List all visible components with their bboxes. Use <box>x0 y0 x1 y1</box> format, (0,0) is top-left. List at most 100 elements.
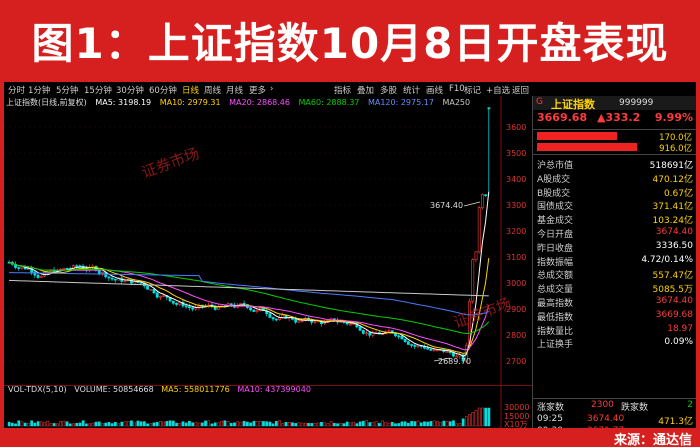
volume-bar <box>361 420 365 427</box>
volume-bar <box>394 423 397 427</box>
volume-bar <box>213 422 217 427</box>
candle <box>162 295 166 297</box>
stat-label: 基金成交 <box>537 216 574 227</box>
volume-bar <box>477 407 481 427</box>
back-button[interactable]: 返回 <box>512 84 529 96</box>
candle <box>300 320 304 322</box>
volume-bar <box>175 422 178 427</box>
volume-bar <box>423 421 426 427</box>
tab-60min[interactable]: 60分钟 <box>149 84 177 96</box>
stat-row: 总成交量 5085.5万 <box>537 282 693 295</box>
low-annotation: 2689.70 <box>438 357 471 366</box>
volume-bar <box>481 407 484 427</box>
volume-bar <box>464 416 468 427</box>
volume-bar <box>81 420 85 427</box>
volume-bar <box>110 423 114 427</box>
change-value: ▲333.2 <box>597 111 641 124</box>
volume-bar <box>207 420 211 427</box>
f10-button[interactable]: F10 <box>449 84 465 94</box>
candle <box>149 288 153 291</box>
tab-daily[interactable]: 日线 <box>182 84 199 96</box>
volume-bar <box>200 422 204 427</box>
draw-line-button[interactable]: 画线 <box>426 84 443 96</box>
add-watchlist-button[interactable]: +自选 <box>486 84 510 96</box>
volume-bar <box>339 423 343 427</box>
stat-label: A股成交 <box>537 174 571 185</box>
volume-bar <box>400 421 404 427</box>
candle <box>281 314 285 318</box>
candle <box>413 345 417 347</box>
volume-bar <box>416 420 420 427</box>
stat-value: 3336.50 <box>655 240 693 251</box>
tab-1min[interactable]: 1分钟 <box>28 84 50 96</box>
tab-monthly[interactable]: 月线 <box>226 84 243 96</box>
mark-button[interactable]: 标记 <box>464 84 481 96</box>
volume-bar <box>75 422 79 427</box>
volume-bar <box>439 422 442 427</box>
tab-5min[interactable]: 5分钟 <box>56 84 78 96</box>
tab-timeshare[interactable]: 分时 <box>8 84 25 96</box>
volume-bar <box>313 423 317 427</box>
stat-row: 总成交额 557.47亿 <box>537 268 693 281</box>
volume-bar <box>191 422 194 427</box>
overlay-button[interactable]: 叠加 <box>357 84 374 96</box>
tab-30min[interactable]: 30分钟 <box>116 84 144 96</box>
volume-bar <box>397 423 401 427</box>
volume-bar <box>300 422 304 427</box>
candle <box>368 332 372 336</box>
index-code: 999999 <box>619 98 654 108</box>
candle <box>171 300 175 304</box>
volume-bar <box>210 423 214 427</box>
candle <box>474 251 478 260</box>
volume-bar <box>126 421 130 427</box>
tab-15min[interactable]: 15分钟 <box>84 84 112 96</box>
volume-bar <box>474 409 478 427</box>
kline-chart[interactable]: 3600350034003300320031003000290028002700… <box>4 96 532 428</box>
stat-row: 最高指数 3674.40 <box>537 296 693 309</box>
volume-bar <box>88 423 91 427</box>
volume-bar <box>378 423 381 427</box>
tab-weekly[interactable]: 周线 <box>204 84 221 96</box>
volume-bar <box>104 422 108 427</box>
candle <box>188 306 191 309</box>
volume-bar <box>410 421 413 427</box>
tab-more[interactable]: 更多 <box>249 84 266 96</box>
stat-label: 国债成交 <box>537 202 574 213</box>
volume-bar <box>271 423 275 427</box>
ma20-line <box>8 261 490 351</box>
candle <box>274 318 278 321</box>
volume-bar <box>194 422 198 427</box>
volume-bar <box>291 422 294 427</box>
candle <box>323 322 327 324</box>
period-toolbar: 分时 1分钟 5分钟 15分钟 30分钟 60分钟 日线 周线 月线 更多 › … <box>4 82 696 96</box>
candle <box>146 285 149 290</box>
indicator-button[interactable]: 指标 <box>334 84 351 96</box>
volume-bar <box>17 420 21 427</box>
high-annotation: 3674.40 <box>430 201 463 210</box>
volume-bars-group <box>7 407 491 427</box>
up-count-label: 涨家数 <box>537 403 565 413</box>
volume-bar <box>149 423 153 427</box>
watermark-1: 证券市场 <box>139 144 202 181</box>
more-arrow-icon[interactable]: › <box>270 84 273 94</box>
candle <box>62 267 66 270</box>
down-count-label: 跌家数 <box>621 403 649 413</box>
statistics-button[interactable]: 统计 <box>403 84 420 96</box>
volume-bar <box>114 421 117 427</box>
volume-bar <box>239 421 243 427</box>
breadth-row: 涨家数 2300 跌家数 2 <box>537 400 693 413</box>
stat-value: 371.41亿 <box>652 202 694 213</box>
tick-row: 09:25 3674.40 471.3亿 <box>537 414 693 427</box>
multi-stock-button[interactable]: 多股 <box>380 84 397 96</box>
stat-label: 沪总市值 <box>537 161 574 171</box>
volume-bar <box>217 422 220 427</box>
volume-bar <box>336 423 339 427</box>
divider <box>533 129 696 130</box>
stat-label: 今日开盘 <box>537 230 574 240</box>
price-tick: 2700 <box>506 357 526 366</box>
volume-tick: 30000 <box>504 403 529 412</box>
candle <box>406 341 410 345</box>
volume-bar <box>455 423 459 427</box>
volume-bar <box>484 407 488 427</box>
volume-bar <box>56 423 59 427</box>
